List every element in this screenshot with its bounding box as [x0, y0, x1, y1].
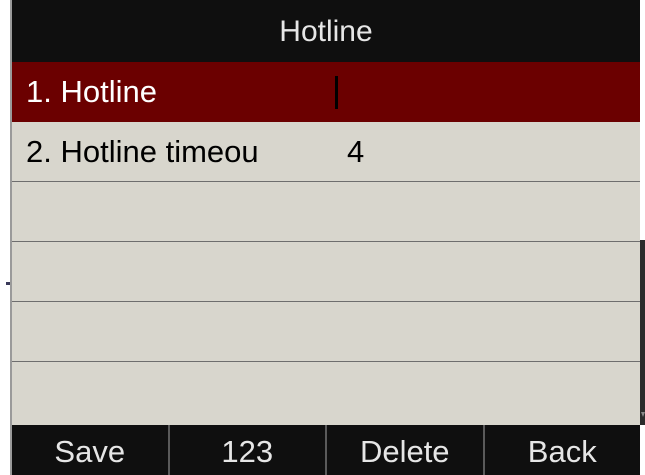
list-item-hotline-timeout[interactable]: 2. Hotline timeou 4	[12, 122, 640, 182]
back-softkey-label: Back	[527, 434, 597, 469]
list-item-label: 1. Hotline	[26, 74, 157, 109]
back-softkey[interactable]: Back	[485, 425, 641, 475]
input-mode-softkey-label: 123	[221, 434, 274, 469]
list-item-label: 2. Hotline timeou	[26, 134, 259, 169]
save-softkey[interactable]: Save	[12, 425, 170, 475]
left-marker	[6, 282, 10, 285]
scrollbar-thumb[interactable]	[640, 240, 645, 425]
hotline-timeout-input[interactable]: 4	[347, 122, 364, 181]
delete-softkey[interactable]: Delete	[327, 425, 485, 475]
list-item-empty	[12, 362, 640, 423]
scroll-down-arrow-icon[interactable]	[641, 412, 645, 417]
input-mode-softkey[interactable]: 123	[170, 425, 327, 475]
softkey-bar: Save 123 Delete Back	[12, 425, 640, 475]
list-item-empty	[12, 182, 640, 242]
list-item-empty	[12, 302, 640, 362]
phone-screen: Hotline 1. Hotline 2. Hotline timeou 4 S…	[12, 0, 640, 475]
title-bar: Hotline	[12, 0, 640, 62]
settings-list: 1. Hotline 2. Hotline timeou 4	[12, 62, 640, 423]
list-item-hotline[interactable]: 1. Hotline	[12, 62, 640, 122]
delete-softkey-label: Delete	[359, 434, 450, 469]
save-softkey-label: Save	[54, 434, 126, 469]
list-item-empty	[12, 242, 640, 302]
page-title: Hotline	[279, 15, 373, 48]
text-cursor	[335, 76, 338, 109]
